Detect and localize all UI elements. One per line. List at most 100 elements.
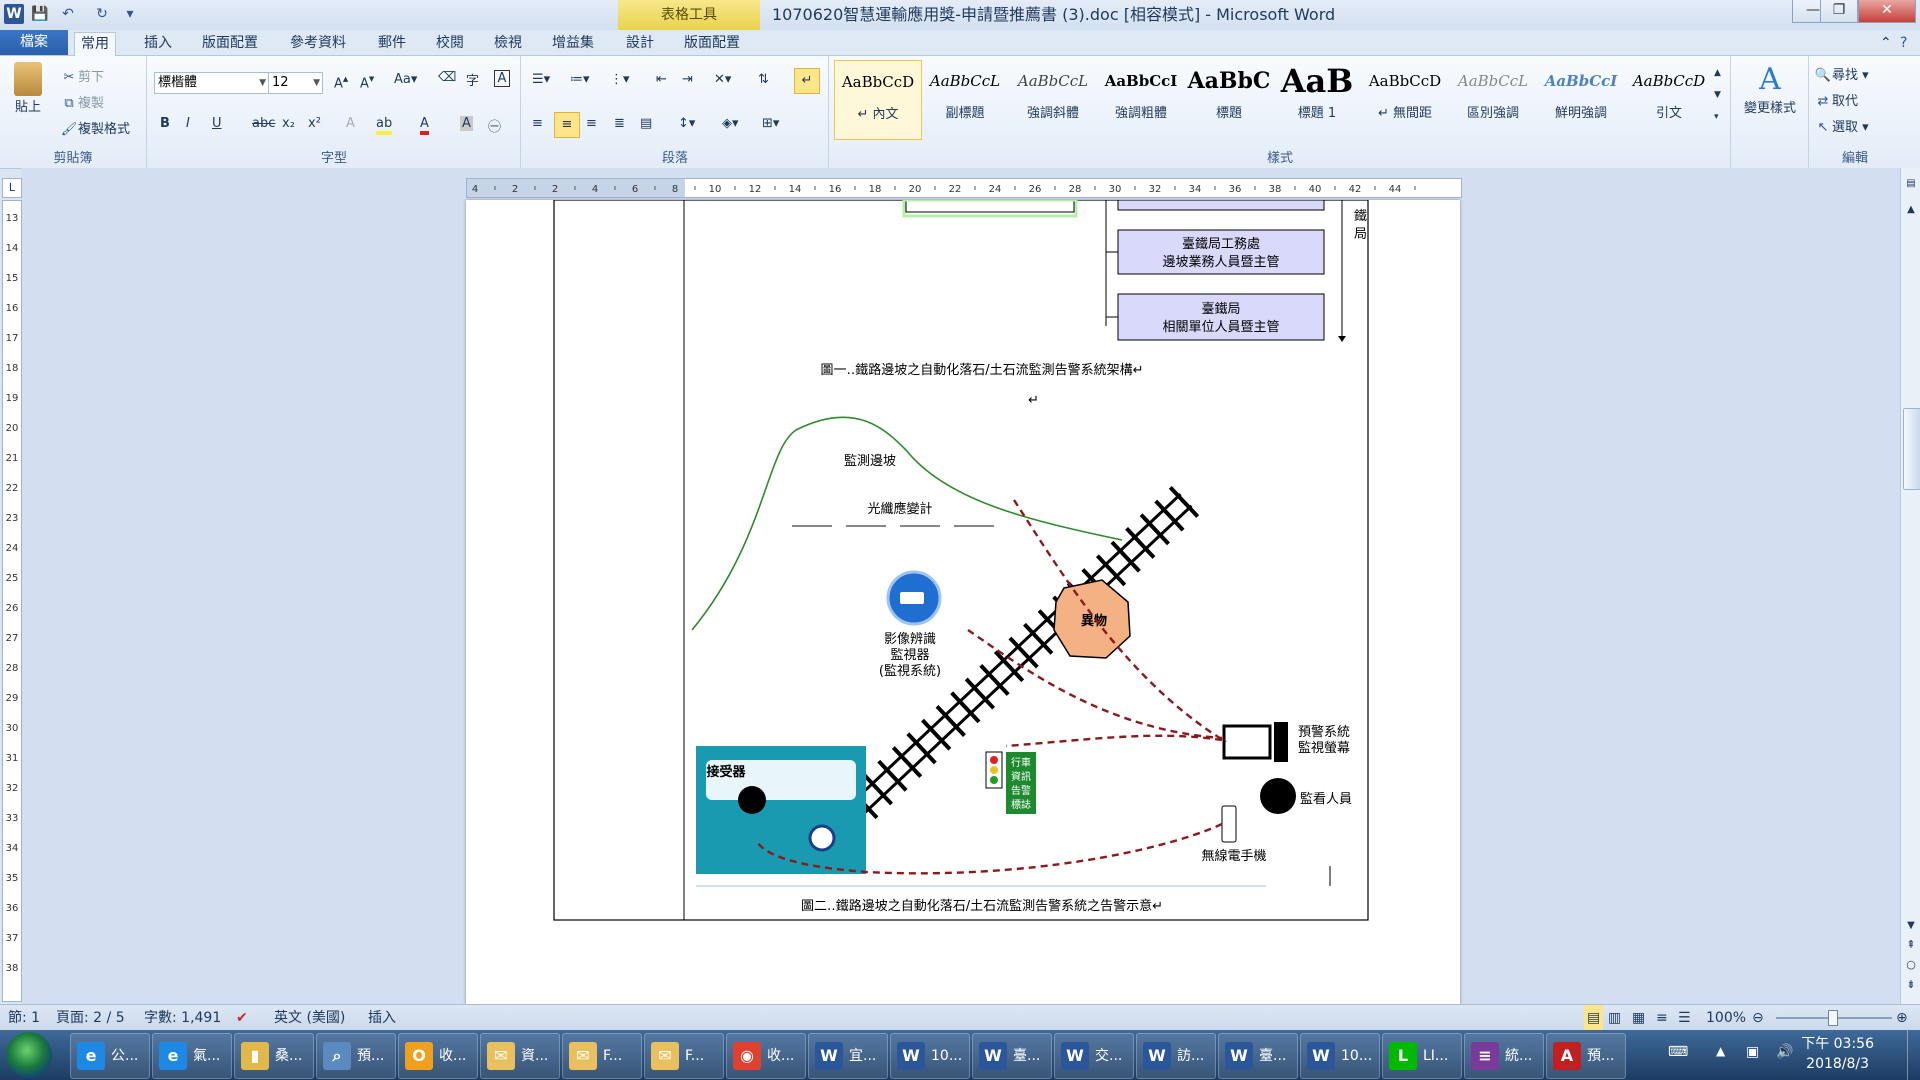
line-spacing-icon[interactable]: ↕▾ (678, 116, 695, 131)
italic-button[interactable]: I (186, 116, 190, 131)
style-no-spacing[interactable]: AaBbCcD ↵ 無間距 (1362, 60, 1448, 138)
previous-page-icon[interactable]: ⇞ (1901, 938, 1920, 951)
shading-icon[interactable]: ◈▾ (722, 116, 739, 131)
change-styles-button[interactable]: A 變更樣式 (1738, 62, 1802, 116)
style-title[interactable]: AaBbC 標題 (1186, 60, 1272, 138)
scroll-down-icon[interactable]: ▼ (1901, 920, 1920, 931)
taskbar-item[interactable]: W 臺... (1218, 1033, 1298, 1079)
style-heading-1[interactable]: AaB 標題 1 (1274, 60, 1360, 138)
taskbar-item[interactable]: ✉ 資... (480, 1033, 560, 1079)
tab-add-ins[interactable]: 增益集 (546, 32, 600, 55)
restore-button[interactable]: ❐ (1820, 0, 1858, 23)
customize-quick-access-icon[interactable]: ▾ (120, 4, 140, 24)
tab-home[interactable]: 常用 (74, 32, 116, 57)
tab-mailings[interactable]: 郵件 (372, 32, 412, 55)
justify-icon[interactable]: ≣ (614, 116, 625, 131)
help-icon[interactable]: ? (1894, 32, 1920, 55)
full-screen-reading-icon[interactable]: ▥ (1608, 1005, 1621, 1031)
tab-file[interactable]: 檔案 (0, 30, 68, 55)
font-name-combo[interactable]: 標楷體 ▼ (154, 72, 269, 94)
clear-formatting-icon[interactable]: ⌫ (438, 70, 456, 85)
align-left-icon[interactable]: ≡ (532, 116, 543, 131)
taskbar-item[interactable]: e 公... (70, 1033, 150, 1079)
style-normal[interactable]: AaBbCcD ↵ 內文 (834, 60, 922, 140)
taskbar-item[interactable]: L LI... (1382, 1033, 1462, 1079)
character-shading-button[interactable]: A (460, 116, 473, 131)
tab-references[interactable]: 參考資料 (284, 32, 352, 55)
language-indicator[interactable]: 英文 (美國) (274, 1005, 345, 1031)
character-border-icon[interactable]: A (494, 70, 510, 87)
underline-button[interactable]: U (212, 116, 222, 131)
vertical-ruler[interactable]: 13 14 15 16 17 18 19 20 21 22 23 24 25 26 27 28 29 30 31 32… (2, 200, 22, 1002)
align-center-icon[interactable]: ≡ (554, 112, 580, 138)
page-indicator[interactable]: 頁面: 2 / 5 (56, 1005, 125, 1031)
bullets-icon[interactable]: ☰▾ (532, 72, 550, 87)
taskbar-item[interactable]: ≡ 統... (1464, 1033, 1544, 1079)
section-indicator[interactable]: 節: 1 (8, 1005, 40, 1031)
insert-mode-indicator[interactable]: 插入 (368, 1005, 396, 1031)
distributed-icon[interactable]: ▤ (640, 116, 652, 131)
taskbar-item[interactable]: W 宜... (808, 1033, 888, 1079)
multilevel-list-icon[interactable]: ⋮▾ (610, 72, 630, 87)
style-subtle-emphasis[interactable]: AaBbCcL 強調斜體 (1010, 60, 1096, 138)
numbering-icon[interactable]: ≔▾ (570, 72, 590, 87)
font-color-button[interactable]: A (420, 116, 429, 135)
taskbar-item[interactable]: W 10... (890, 1033, 970, 1079)
select-button[interactable]: ↖ 選取 ▾ (1814, 116, 1869, 137)
word-count[interactable]: 字數: 1,491 (144, 1005, 221, 1031)
ruler-toggle-icon[interactable]: ▤ (1903, 178, 1919, 194)
show-desktop-button[interactable] (1907, 1030, 1920, 1080)
enclose-characters-icon[interactable]: ㊀ (488, 116, 501, 135)
font-size-combo[interactable]: 12 ▼ (268, 72, 323, 94)
clock[interactable]: 下午 03:56 2018/8/3 (1801, 1034, 1874, 1074)
tab-selector-icon[interactable]: L (2, 178, 22, 198)
cut-button[interactable]: ✂ 剪下 (60, 66, 104, 87)
format-painter-button[interactable]: 🖌複製格式 (60, 118, 130, 139)
strikethrough-button[interactable]: abc (252, 116, 275, 131)
taskbar-item[interactable]: O 收... (398, 1033, 478, 1079)
taskbar-item[interactable]: e 氣... (152, 1033, 232, 1079)
show-hidden-icons[interactable]: ▲ (1716, 1044, 1725, 1058)
taskbar-item[interactable]: W 臺... (972, 1033, 1052, 1079)
scroll-thumb[interactable] (1903, 408, 1920, 490)
sort-icon[interactable]: ⇅ (758, 72, 769, 87)
align-right-icon[interactable]: ≡ (586, 116, 597, 131)
highlight-icon[interactable]: ab (376, 116, 393, 135)
taskbar-item[interactable]: A 預... (1546, 1033, 1626, 1079)
tab-page-layout[interactable]: 版面配置 (196, 32, 264, 55)
outline-icon[interactable]: ≡ (1656, 1005, 1668, 1031)
taskbar-item[interactable]: W 交... (1054, 1033, 1134, 1079)
style-strong[interactable]: AaBbCcI 強調粗體 (1098, 60, 1184, 138)
paste-button[interactable]: 貼上 (8, 62, 48, 115)
print-layout-icon[interactable]: ▤ (1584, 1005, 1604, 1031)
change-case-button[interactable]: Aa▾ (394, 72, 417, 87)
zoom-out-icon[interactable]: ⊖ (1752, 1005, 1764, 1031)
grow-font-button[interactable]: A▴ (334, 72, 348, 91)
borders-icon[interactable]: ⊞▾ (762, 116, 779, 131)
tab-insert[interactable]: 插入 (138, 32, 178, 55)
browse-object-icon[interactable]: ○ (1901, 958, 1920, 971)
network-icon[interactable]: ▣ (1746, 1044, 1759, 1060)
next-page-icon[interactable]: ⇟ (1901, 978, 1920, 991)
taskbar-item[interactable]: W 10... (1300, 1033, 1380, 1079)
find-button[interactable]: 🔍尋找 ▾ (1814, 64, 1869, 85)
tab-table-layout[interactable]: 版面配置 (678, 32, 746, 55)
tab-review[interactable]: 校閱 (430, 32, 470, 55)
undo-icon[interactable]: ↶ (58, 4, 78, 24)
style-subtitle[interactable]: AaBbCcL 副標題 (922, 60, 1008, 138)
phonetic-guide-icon[interactable]: 字 (466, 70, 479, 89)
copy-button[interactable]: ⧉ 複製 (60, 92, 104, 113)
zoom-in-icon[interactable]: ⊕ (1896, 1005, 1908, 1031)
draft-icon[interactable]: ☰ (1678, 1005, 1691, 1031)
redo-icon[interactable]: ↻ (92, 4, 112, 24)
tab-view[interactable]: 檢視 (488, 32, 528, 55)
zoom-slider-thumb[interactable] (1828, 1010, 1838, 1026)
proofing-icon[interactable]: ✔ (236, 1005, 248, 1031)
taskbar-item[interactable]: W 訪... (1136, 1033, 1216, 1079)
superscript-button[interactable]: x² (308, 116, 321, 131)
word-app-icon[interactable]: W (4, 4, 24, 24)
volume-icon[interactable]: 🔊 (1776, 1044, 1793, 1060)
bold-button[interactable]: B (160, 116, 170, 131)
taskbar-item[interactable]: ▮ 桑... (234, 1033, 314, 1079)
taskbar-item[interactable]: ⌕ 預... (316, 1033, 396, 1079)
